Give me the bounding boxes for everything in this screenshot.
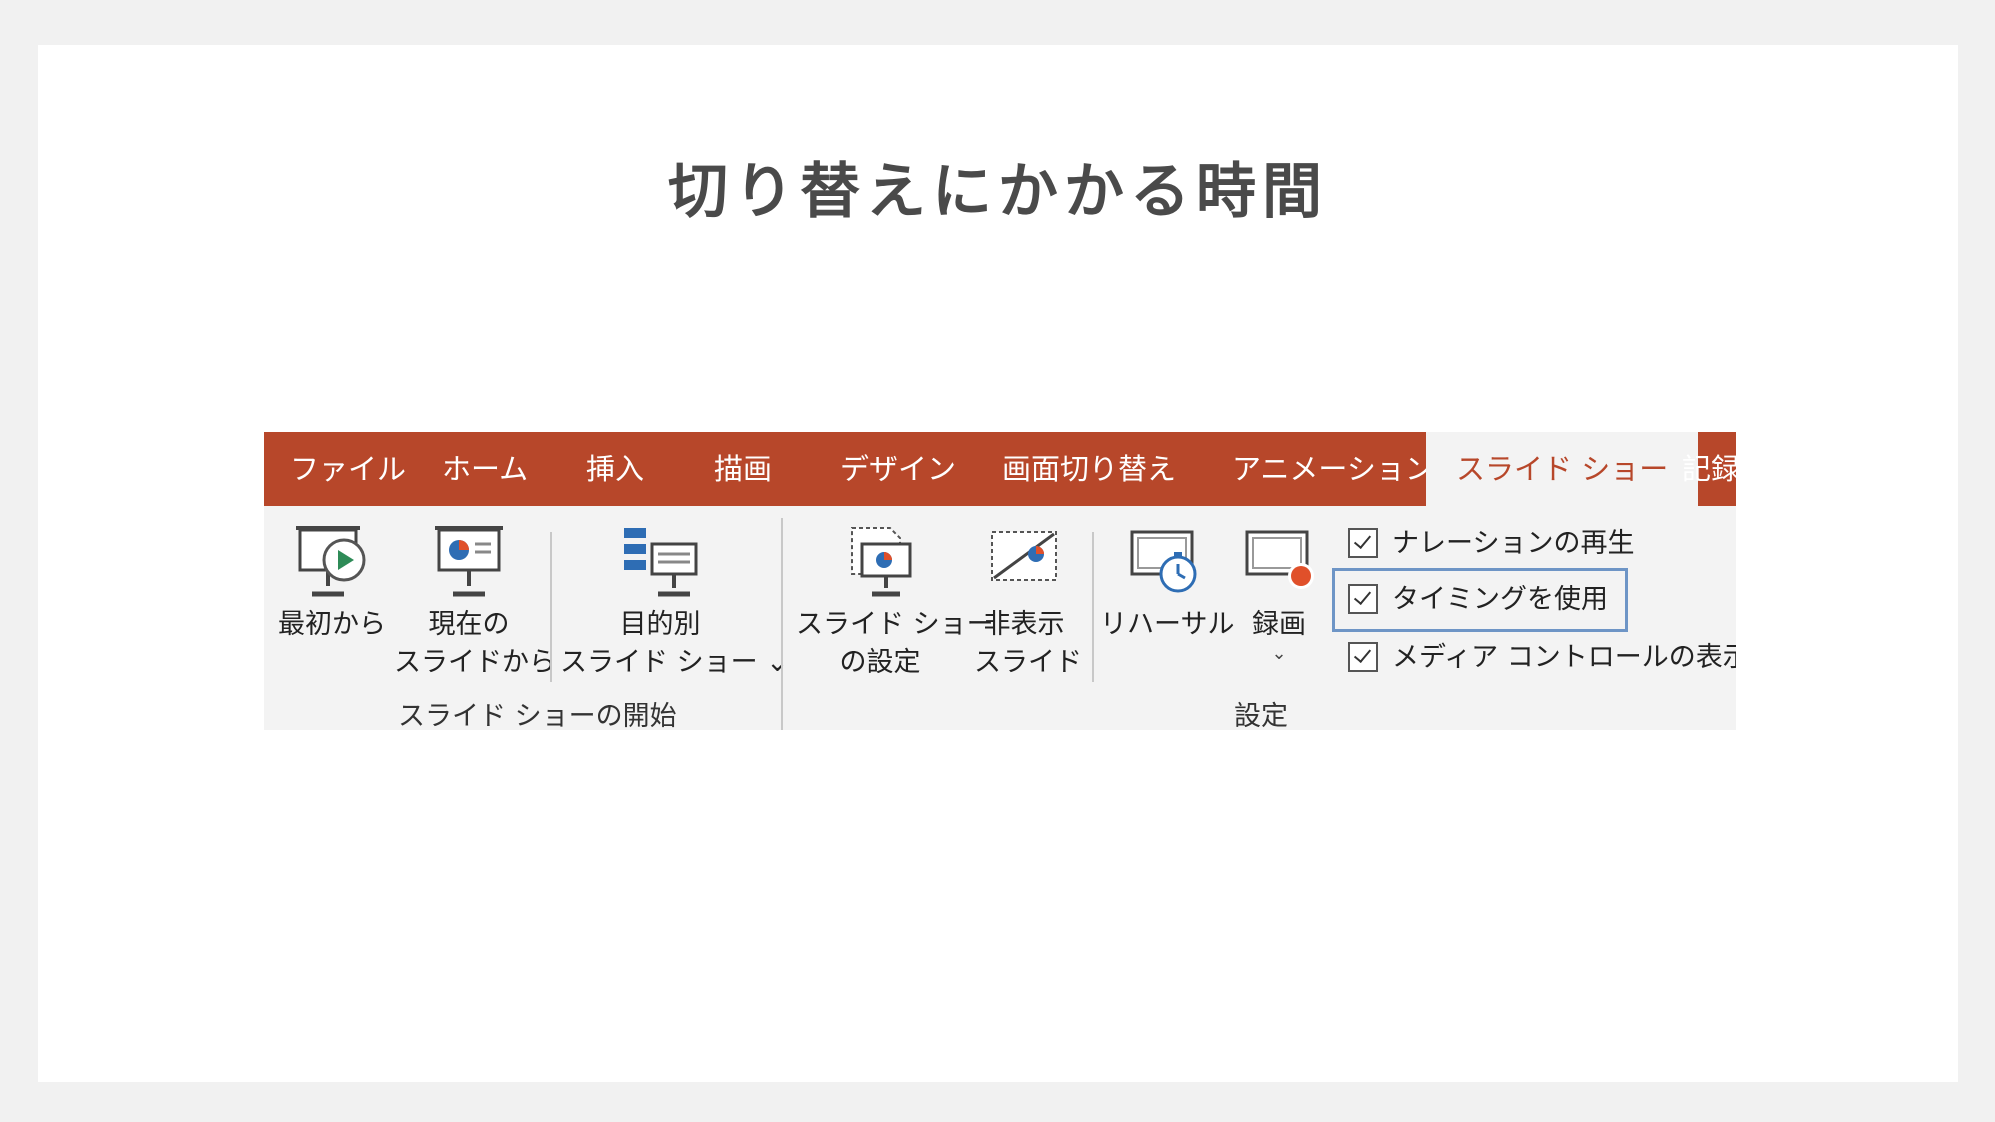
rehearse-timings-button[interactable]: リハーサル	[1100, 524, 1234, 644]
tab-transitions[interactable]: 画面切り替え	[1002, 432, 1176, 506]
group-divider-major	[781, 518, 783, 730]
checkbox-checked-icon[interactable]	[1348, 641, 1378, 672]
slide-title: 切り替えにかかる時間	[668, 157, 1328, 227]
record-slide-icon	[1245, 530, 1314, 589]
record-button[interactable]: 録画 ⌄	[1234, 524, 1324, 664]
slideshow-setup-icon	[851, 527, 912, 597]
hide-slide-icon	[991, 531, 1057, 581]
tab-file[interactable]: ファイル	[290, 432, 406, 506]
checkbox-checked-icon[interactable]	[1348, 527, 1378, 558]
stopwatch-slide-icon	[1130, 530, 1197, 593]
tab-insert[interactable]: 挿入	[586, 432, 644, 506]
hide-slide-button[interactable]: 非表示 スライド	[974, 524, 1082, 682]
from-beginning-button[interactable]: 最初から	[278, 524, 386, 644]
group-label-start: スライド ショーの開始	[398, 701, 677, 730]
highlight-box	[1332, 568, 1628, 632]
group-label-setup: 設定	[1234, 701, 1288, 730]
tab-draw[interactable]: 描画	[714, 432, 772, 506]
tab-home[interactable]: ホーム	[442, 432, 528, 506]
tab-record[interactable]: 記録	[1682, 432, 1736, 506]
chevron-down-icon[interactable]: ⌄	[1234, 644, 1324, 664]
from-current-slide-button[interactable]: 現在の スライドから	[394, 524, 556, 682]
tab-slideshow[interactable]: スライド ショー	[1426, 432, 1699, 506]
checkbox-play-narrations[interactable]: ナレーションの再生	[1348, 522, 1634, 566]
custom-slideshow-button[interactable]: 目的別 スライド ショー ⌄	[560, 524, 789, 682]
setup-slideshow-button[interactable]: スライド ショー の設定	[796, 524, 994, 682]
group-divider	[550, 532, 552, 682]
group-divider	[1092, 532, 1094, 682]
checkbox-show-media-controls[interactable]: メディア コントロールの表示	[1348, 636, 1736, 680]
custom-show-icon	[624, 528, 698, 597]
ribbon: ファイル ホーム 挿入 描画 デザイン 画面切り替え アニメーション スライド …	[264, 432, 1736, 730]
tab-animations[interactable]: アニメーション	[1232, 432, 1434, 506]
presentation-current-icon	[435, 526, 503, 597]
tab-design[interactable]: デザイン	[840, 432, 956, 506]
ribbon-tab-bar: ファイル ホーム 挿入 描画 デザイン 画面切り替え アニメーション スライド …	[264, 432, 1736, 506]
presentation-play-icon	[296, 526, 366, 597]
